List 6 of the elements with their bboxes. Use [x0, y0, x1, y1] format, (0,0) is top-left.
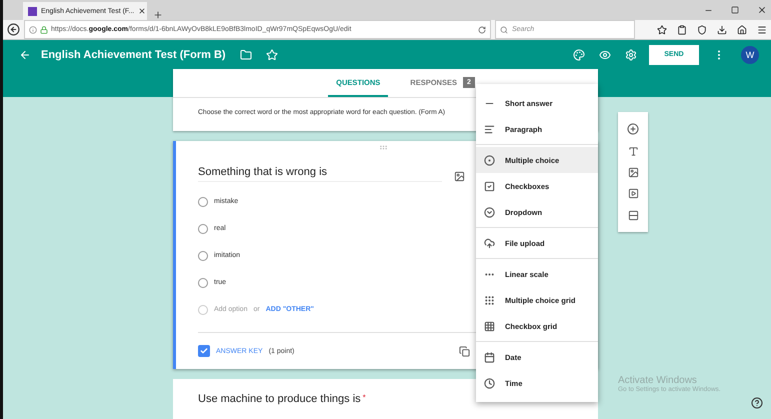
activation-title: Activate Windows	[618, 375, 698, 386]
question-title[interactable]: Use machine to produce things is	[198, 393, 361, 405]
required-mark: *	[362, 393, 366, 402]
question-title[interactable]: Something that is wrong is	[198, 166, 442, 182]
avatar[interactable]: W	[741, 46, 759, 64]
form-title: English Achievement Test (Form B)	[41, 48, 226, 60]
